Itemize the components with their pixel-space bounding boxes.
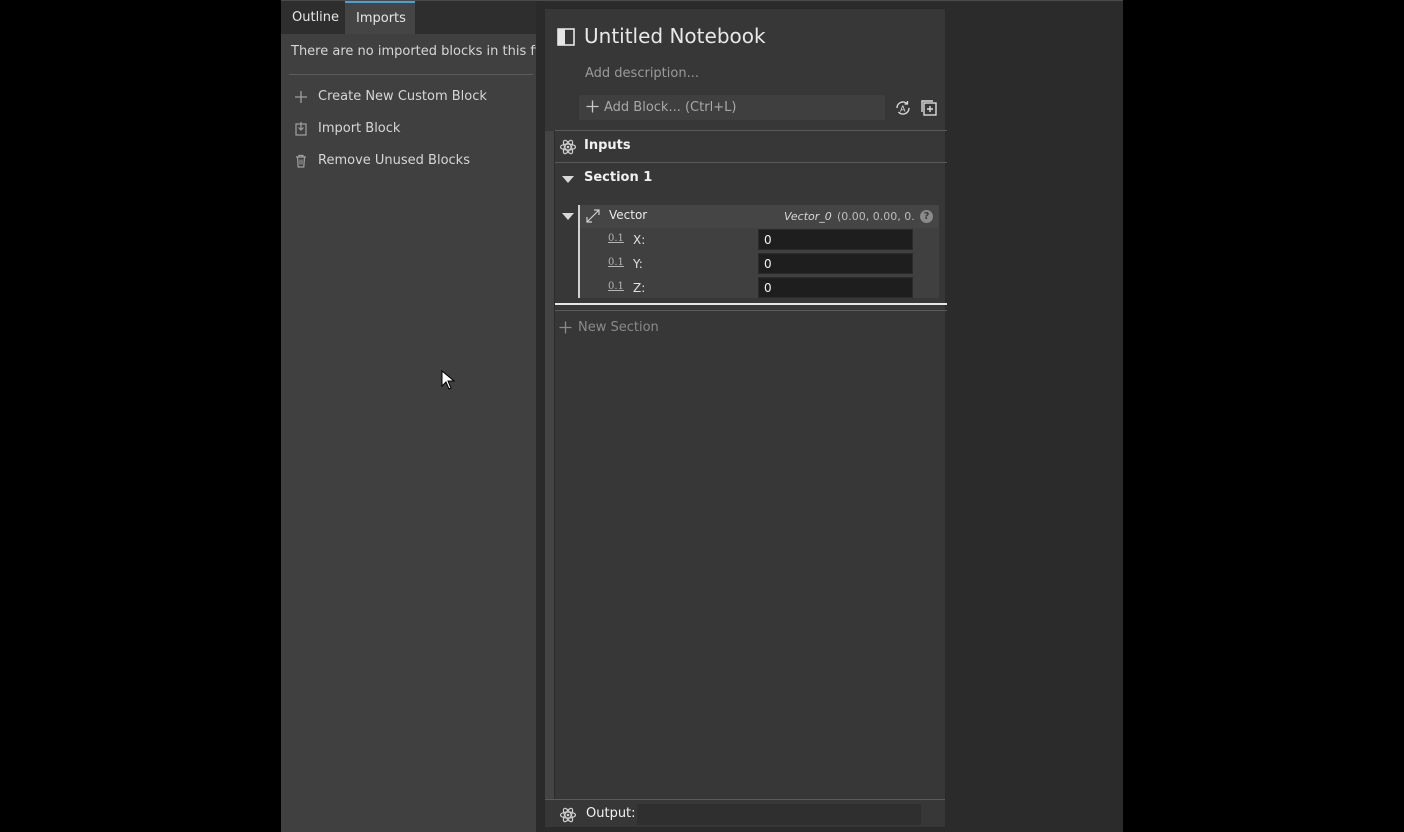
create-custom-block-label: Create New Custom Block bbox=[318, 89, 487, 104]
new-block-icon[interactable] bbox=[920, 99, 938, 117]
field-row-z: 0.1 Z: 0 bbox=[580, 276, 939, 300]
notebook-panel: Untitled Notebook Add description... Add… bbox=[544, 8, 947, 828]
vector-block-header[interactable]: Vector Vector_0 (0.00, 0.00, 0.0... ? bbox=[580, 205, 939, 228]
y-input[interactable]: 0 bbox=[758, 253, 913, 274]
collapse-caret-icon[interactable] bbox=[561, 174, 575, 184]
number-type-icon: 0.1 bbox=[608, 233, 624, 244]
tab-imports[interactable]: Imports bbox=[345, 1, 415, 34]
z-input[interactable]: 0 bbox=[758, 277, 913, 298]
output-bar: Output: bbox=[545, 799, 945, 827]
atom-icon bbox=[559, 806, 577, 824]
section-end-divider bbox=[555, 303, 947, 305]
import-icon bbox=[293, 121, 309, 137]
divider bbox=[555, 162, 947, 163]
plus-icon bbox=[293, 89, 309, 105]
atom-icon bbox=[559, 138, 577, 156]
add-block-input[interactable]: Add Block... (Ctrl+L) bbox=[579, 95, 885, 120]
field-label: Z: bbox=[633, 281, 646, 295]
block-value-preview: (0.00, 0.00, 0.0... bbox=[837, 210, 915, 223]
mouse-pointer-icon bbox=[441, 370, 455, 390]
section-title[interactable]: Section 1 bbox=[584, 170, 652, 185]
add-block-placeholder: Add Block... (Ctrl+L) bbox=[604, 100, 737, 115]
output-field[interactable] bbox=[637, 804, 921, 825]
section-rail bbox=[545, 131, 555, 801]
tab-outline[interactable]: Outline bbox=[281, 1, 350, 34]
number-type-icon: 0.1 bbox=[608, 281, 624, 292]
field-label: X: bbox=[633, 233, 646, 247]
divider bbox=[555, 130, 947, 131]
svg-text:A: A bbox=[900, 105, 906, 114]
number-type-icon: 0.1 bbox=[608, 257, 624, 268]
notebook-title[interactable]: Untitled Notebook bbox=[584, 24, 766, 48]
empty-imports-message: There are no imported blocks in this fil… bbox=[291, 44, 555, 59]
field-row-y: 0.1 Y: 0 bbox=[580, 252, 939, 276]
imports-panel: Outline Imports There are no imported bl… bbox=[281, 1, 554, 832]
field-row-x: 0.1 X: 0 bbox=[580, 228, 939, 252]
block-variable-name[interactable]: Vector_0 bbox=[784, 210, 832, 223]
remove-unused-blocks-label: Remove Unused Blocks bbox=[318, 153, 470, 168]
panel-splitter[interactable] bbox=[536, 1, 544, 832]
help-icon[interactable]: ? bbox=[920, 210, 933, 223]
new-section-label: New Section bbox=[578, 320, 659, 335]
import-block-label: Import Block bbox=[318, 121, 401, 136]
divider bbox=[289, 74, 533, 75]
output-label: Output: bbox=[586, 806, 636, 821]
field-label: Y: bbox=[633, 257, 643, 271]
create-custom-block-button[interactable]: Create New Custom Block bbox=[289, 84, 529, 110]
plus-icon bbox=[586, 100, 599, 113]
plus-icon bbox=[559, 321, 572, 334]
notebook-icon bbox=[557, 28, 575, 46]
x-input[interactable]: 0 bbox=[758, 229, 913, 250]
vector-arrow-icon bbox=[585, 208, 601, 224]
collapse-caret-icon[interactable] bbox=[561, 211, 575, 221]
panel-tab-bar: Outline Imports bbox=[281, 1, 536, 34]
inputs-label: Inputs bbox=[584, 138, 631, 153]
block-type-label: Vector bbox=[609, 208, 648, 222]
vector-block[interactable]: Vector Vector_0 (0.00, 0.00, 0.0... ? 0.… bbox=[578, 205, 939, 298]
divider bbox=[555, 310, 947, 311]
description-field[interactable]: Add description... bbox=[585, 66, 699, 81]
trash-icon bbox=[293, 153, 309, 169]
auto-run-icon[interactable]: A bbox=[894, 99, 912, 117]
remove-unused-blocks-button[interactable]: Remove Unused Blocks bbox=[289, 148, 529, 174]
import-block-button[interactable]: Import Block bbox=[289, 116, 529, 142]
